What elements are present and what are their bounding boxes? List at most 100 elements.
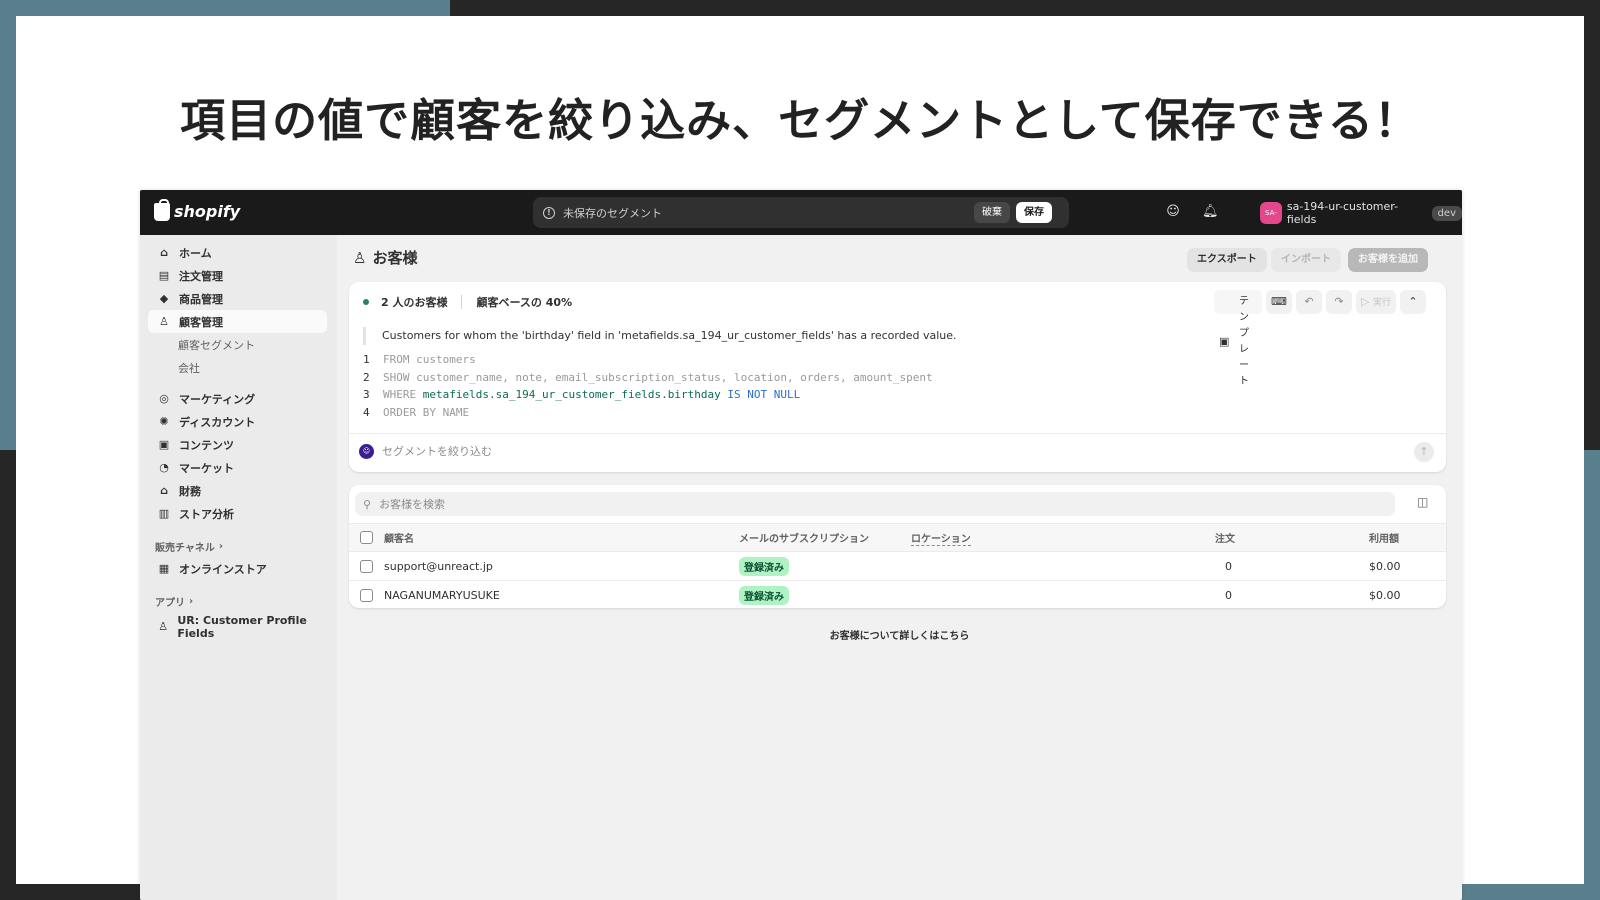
inbox-icon: ▤ [158, 269, 170, 282]
globe-icon: ◔ [159, 461, 169, 474]
unsaved-segment-text: 未保存のセグメント [563, 206, 662, 220]
sidebar-item-label: 財務 [179, 484, 201, 498]
sidebar-item-label: ディスカウント [179, 415, 256, 429]
sidebar-subitem-companies[interactable]: 会社 [178, 356, 337, 379]
table-row[interactable]: NAGANUMARYUSUKE 登録済み 0 $0.00 [349, 581, 1446, 608]
apps-section[interactable]: アプリ › [155, 590, 337, 612]
code-operator: IS NOT NULL [727, 388, 801, 401]
code-icon[interactable]: ⌨ [1266, 290, 1292, 314]
person-icon: ♙ [353, 248, 367, 267]
sidebar-item-discounts[interactable]: ✺ ディスカウント [148, 410, 327, 433]
sidebar-item-label: 顧客管理 [179, 315, 223, 329]
sidebar-item-label: 注文管理 [179, 269, 223, 283]
code-line-1: FROM customers [383, 353, 476, 366]
sidebar-subitem-segments[interactable]: 顧客セグメント [178, 333, 337, 356]
customer-table-card: ⚲ お客様を検索 ◫ 顧客名 メールのサブスクリプション ロケーション 注文 利… [349, 485, 1446, 608]
sales-channels-section[interactable]: 販売チャネル › [155, 535, 337, 557]
shopify-admin-window: shopify ! 未保存のセグメント 破棄 保存 ☺ 🔔︎ SA- sa-19… [140, 190, 1462, 900]
dev-badge: dev [1431, 205, 1462, 221]
search-placeholder: お客様を検索 [379, 498, 446, 511]
target-icon: ◎ [159, 392, 169, 405]
content-icon: ▣ [158, 438, 170, 451]
home-icon: ⌂ [160, 246, 168, 259]
sidebar-item-finance[interactable]: ⌂ 財務 [148, 479, 327, 502]
sales-channels-label: 販売チャネル [155, 542, 215, 554]
segment-query-code[interactable]: 1 FROM customers 2 SHOW customer_name, not… [363, 351, 933, 421]
sidebar-item-orders[interactable]: ▤ 注文管理 [148, 264, 327, 287]
code-where-keyword: WHERE [383, 388, 417, 401]
import-button[interactable]: インポート [1271, 248, 1341, 272]
customer-name: NAGANUMARYUSUKE [384, 588, 500, 602]
sidebar-item-label: コンテンツ [179, 438, 234, 452]
template-label: テンプレート [1239, 296, 1249, 387]
sidekick-icon[interactable]: ☺ [1165, 204, 1181, 220]
template-button[interactable] [1214, 290, 1262, 314]
sidebar-item-home[interactable]: ⌂ ホーム [148, 241, 327, 264]
header-amount[interactable]: 利用額 [1369, 524, 1399, 551]
page-title-text: お客様 [372, 249, 418, 267]
undo-icon[interactable]: ↶ [1296, 290, 1322, 314]
row-checkbox[interactable] [360, 588, 373, 602]
run-button[interactable]: ▷ 実行 [1356, 290, 1396, 314]
person-icon: ♙ [158, 620, 169, 633]
add-customer-button[interactable]: お客様を追加 [1348, 248, 1428, 272]
sidebar-item-markets[interactable]: ◔ マーケット [148, 456, 327, 479]
customer-amount: $0.00 [1369, 560, 1401, 573]
header-location[interactable]: ロケーション [911, 530, 971, 546]
search-icon: ⚲ [363, 497, 372, 511]
sidebar-item-label: マーケット [179, 461, 234, 475]
row-checkbox[interactable] [360, 560, 373, 573]
bell-icon[interactable]: 🔔︎ [1202, 204, 1219, 220]
subscription-badge: 登録済み [739, 557, 789, 576]
shopify-bag-icon [154, 198, 170, 221]
header-name[interactable]: 顧客名 [384, 524, 414, 551]
columns-icon[interactable]: ◫ [1417, 495, 1428, 509]
sidebar-item-label: ストア分析 [179, 507, 234, 521]
sidebar-item-analytics[interactable]: ▥ ストア分析 [148, 502, 327, 525]
customer-base-percent: 顧客ベースの 40% [476, 296, 573, 309]
top-bar: shopify ! 未保存のセグメント 破棄 保存 ☺ 🔔︎ SA- sa-19… [140, 190, 1462, 235]
learn-more-link[interactable]: お客様について詳しくはこちら [337, 627, 1462, 642]
store-icon: ▦ [158, 562, 170, 575]
sidebar-item-label: オンラインストア [179, 562, 267, 576]
table-row[interactable]: support@unreact.jp 登録済み 0 $0.00 [349, 553, 1446, 581]
shopify-logo[interactable]: shopify [154, 198, 241, 221]
ai-refine-input[interactable]: ☺ セグメントを絞り込む [359, 443, 492, 459]
sidebar-item-online-store[interactable]: ▦ オンラインストア [148, 557, 327, 580]
sidebar: ⌂ ホーム ▤ 注文管理 ◆ 商品管理 ♙ 顧客管理 顧客セグメント 会社 ◎ … [140, 235, 337, 900]
export-button[interactable]: エクスポート [1187, 248, 1267, 272]
segment-editor: 2 人のお客様 顧客ベースの 40% ⌨ ↶ ↷ ▷ 実行 ⌃ テンプレート ▣… [349, 282, 1446, 472]
sidekick-icon: ☺ [359, 443, 374, 459]
sidebar-item-content[interactable]: ▣ コンテンツ [148, 433, 327, 456]
sidebar-item-customers[interactable]: ♙ 顧客管理 [148, 310, 327, 333]
unsaved-segment-bar: ! 未保存のセグメント 破棄 保存 [533, 197, 1069, 228]
status-dot [363, 299, 369, 305]
chevron-right-icon: › [189, 595, 194, 607]
header-subscription[interactable]: メールのサブスクリプション [739, 524, 869, 551]
discount-icon: ✺ [159, 415, 169, 428]
chevron-right-icon: › [218, 540, 224, 552]
alert-icon: ! [543, 206, 555, 219]
discard-button[interactable]: 破棄 [974, 202, 1010, 223]
header-orders[interactable]: 注文 [1215, 524, 1235, 551]
sidebar-item-products[interactable]: ◆ 商品管理 [148, 287, 327, 310]
store-avatar: SA- [1260, 202, 1282, 224]
person-icon: ♙ [159, 315, 169, 328]
sidebar-item-label: マーケティング [179, 392, 256, 406]
collapse-chevron-icon[interactable]: ⌃ [1400, 290, 1426, 314]
select-all-checkbox[interactable] [360, 531, 373, 544]
subscription-badge: 登録済み [739, 585, 789, 605]
sidebar-item-marketing[interactable]: ◎ マーケティング [148, 387, 327, 410]
send-arrow-icon[interactable]: ↑ [1414, 442, 1434, 462]
store-menu[interactable]: SA- sa-194-ur-customer-fields dev [1260, 200, 1462, 226]
segment-stats: 2 人のお客様 顧客ベースの 40% [363, 294, 572, 310]
sidebar-item-app[interactable]: ♙ UR: Customer Profile Fields [148, 614, 327, 640]
logo-text: shopify [174, 202, 241, 221]
customer-amount: $0.00 [1369, 588, 1401, 602]
redo-icon[interactable]: ↷ [1326, 290, 1352, 314]
customer-search-input[interactable]: ⚲ お客様を検索 [355, 492, 1395, 516]
run-label: 実行 [1372, 298, 1391, 308]
main-content: ♙ お客様 エクスポート インポート お客様を追加 2 人のお客様 顧客ベースの… [337, 235, 1462, 900]
save-button[interactable]: 保存 [1016, 202, 1052, 223]
table-header: 顧客名 メールのサブスクリプション ロケーション 注文 利用額 [349, 523, 1446, 552]
